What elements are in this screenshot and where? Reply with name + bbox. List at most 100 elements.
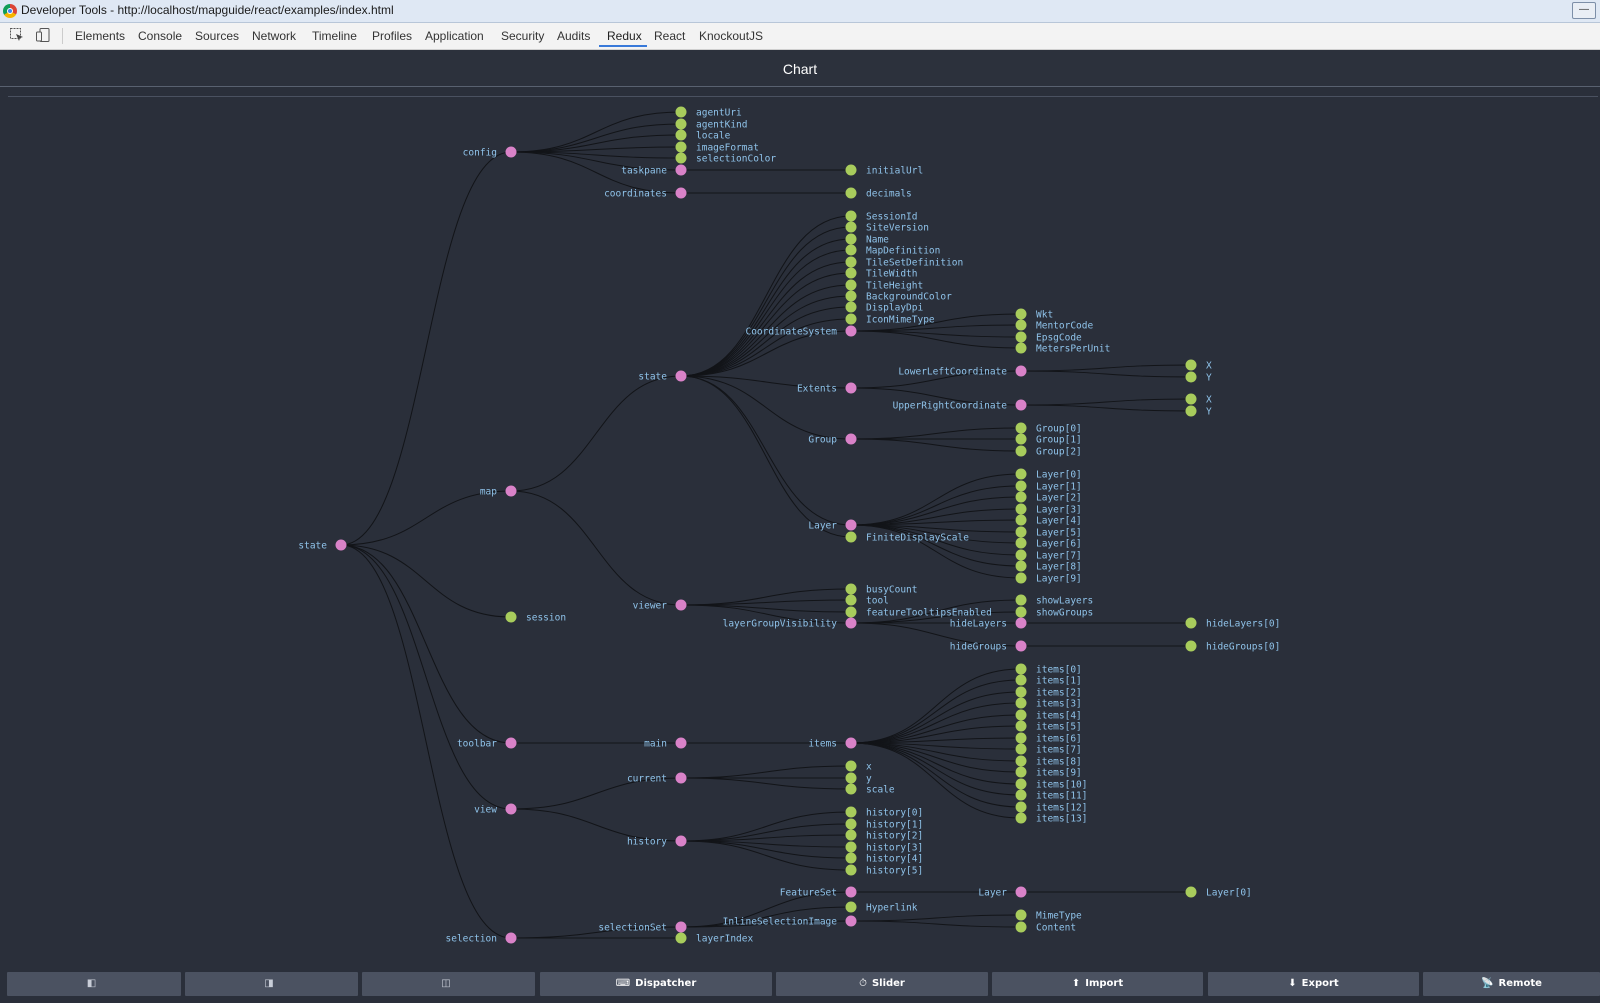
branch-node-circle[interactable] <box>1015 365 1027 377</box>
tree-node-scale[interactable]: scale <box>845 783 895 796</box>
tree-node-mimetype[interactable]: MimeType <box>1015 909 1083 922</box>
tree-node-layer-0[interactable]: Layer[0] <box>1185 886 1252 899</box>
tree-node-agentkind[interactable]: agentKind <box>675 118 748 131</box>
layout-bottom-button[interactable]: ◫ <box>362 972 535 996</box>
leaf-node-circle[interactable] <box>1015 789 1027 801</box>
tree-node-layer-2[interactable]: Layer[2] <box>1015 491 1082 504</box>
tree-node-state[interactable]: state <box>298 539 347 552</box>
branch-node-circle[interactable] <box>675 835 687 847</box>
tree-node-decimals[interactable]: decimals <box>845 187 912 200</box>
tree-node-items-10[interactable]: items[10] <box>1015 778 1088 791</box>
tree-node-layer-8[interactable]: Layer[8] <box>1015 560 1082 573</box>
tree-node-view[interactable]: view <box>474 803 517 816</box>
leaf-node-circle[interactable] <box>1185 371 1197 383</box>
tree-node-busycount[interactable]: busyCount <box>845 583 918 596</box>
leaf-node-circle[interactable] <box>845 864 857 876</box>
tree-node-layer-4[interactable]: Layer[4] <box>1015 514 1082 527</box>
leaf-node-circle[interactable] <box>1015 537 1027 549</box>
tree-node-hidelayers-0[interactable]: hideLayers[0] <box>1185 617 1281 630</box>
tree-node-selection[interactable]: selection <box>446 932 517 945</box>
tab-security[interactable]: Security <box>501 29 544 43</box>
tab-console[interactable]: Console <box>138 29 182 43</box>
leaf-node-circle[interactable] <box>1185 393 1197 405</box>
leaf-node-circle[interactable] <box>1185 359 1197 371</box>
tree-node-displaydpi[interactable]: DisplayDpi <box>845 301 924 314</box>
leaf-node-circle[interactable] <box>1015 743 1027 755</box>
leaf-node-circle[interactable] <box>1015 503 1027 515</box>
tree-node-epsgcode[interactable]: EpsgCode <box>1015 331 1083 344</box>
leaf-node-circle[interactable] <box>1015 514 1027 526</box>
slider-button[interactable]: ⏱ Slider <box>776 972 988 996</box>
tree-node-history-2[interactable]: history[2] <box>845 829 924 842</box>
leaf-node-circle[interactable] <box>675 118 687 130</box>
branch-node-circle[interactable] <box>505 485 517 497</box>
tree-node-coordinates[interactable]: coordinates <box>604 187 687 200</box>
tree-node-items-4[interactable]: items[4] <box>1015 709 1082 722</box>
branch-node-circle[interactable] <box>675 772 687 784</box>
leaf-node-circle[interactable] <box>1015 663 1027 675</box>
tree-node-items[interactable]: items <box>808 737 857 750</box>
tree-node-mentorcode[interactable]: MentorCode <box>1015 319 1094 332</box>
leaf-node-circle[interactable] <box>845 313 857 325</box>
leaf-node-circle[interactable] <box>1185 886 1197 898</box>
leaf-node-circle[interactable] <box>1015 308 1027 320</box>
tree-node-wkt[interactable]: Wkt <box>1015 308 1054 321</box>
tree-node-locale[interactable]: locale <box>675 129 731 142</box>
branch-node-circle[interactable] <box>845 325 857 337</box>
branch-node-circle[interactable] <box>1015 617 1027 629</box>
branch-node-circle[interactable] <box>335 539 347 551</box>
tree-node-layer-3[interactable]: Layer[3] <box>1015 503 1082 516</box>
branch-node-circle[interactable] <box>845 886 857 898</box>
tree-node-extents[interactable]: Extents <box>797 382 857 395</box>
tree-node-items-13[interactable]: items[13] <box>1015 812 1088 825</box>
leaf-node-circle[interactable] <box>845 829 857 841</box>
tree-node-items-6[interactable]: items[6] <box>1015 732 1082 745</box>
remote-button[interactable]: 📡 Remote <box>1423 972 1600 996</box>
branch-node-circle[interactable] <box>1015 886 1027 898</box>
branch-node-circle[interactable] <box>675 737 687 749</box>
layout-left-button[interactable]: ◧ <box>7 972 181 996</box>
tree-node-history-0[interactable]: history[0] <box>845 806 924 819</box>
leaf-node-circle[interactable] <box>845 901 857 913</box>
dispatcher-button[interactable]: ⌨ Dispatcher <box>540 972 772 996</box>
leaf-node-circle[interactable] <box>1185 640 1197 652</box>
tree-node-config[interactable]: config <box>463 146 517 159</box>
leaf-node-circle[interactable] <box>1015 422 1027 434</box>
leaf-node-circle[interactable] <box>1015 572 1027 584</box>
branch-node-circle[interactable] <box>845 737 857 749</box>
tree-node-layer[interactable]: Layer <box>808 519 857 532</box>
branch-node-circle[interactable] <box>675 921 687 933</box>
tree-node-items-11[interactable]: items[11] <box>1015 789 1088 802</box>
tree-node-content[interactable]: Content <box>1015 921 1077 934</box>
leaf-node-circle[interactable] <box>1015 697 1027 709</box>
tree-node-current[interactable]: current <box>627 772 687 785</box>
leaf-node-circle[interactable] <box>1015 755 1027 767</box>
leaf-node-circle[interactable] <box>1015 342 1027 354</box>
tree-node-group-1[interactable]: Group[1] <box>1015 433 1082 446</box>
import-button[interactable]: ⬆ Import <box>992 972 1203 996</box>
leaf-node-circle[interactable] <box>845 806 857 818</box>
tree-node-items-0[interactable]: items[0] <box>1015 663 1082 676</box>
tree-node-hidegroups-0[interactable]: hideGroups[0] <box>1185 640 1281 653</box>
tree-node-items-2[interactable]: items[2] <box>1015 686 1082 699</box>
branch-node-circle[interactable] <box>505 932 517 944</box>
leaf-node-circle[interactable] <box>1015 606 1027 618</box>
leaf-node-circle[interactable] <box>1015 594 1027 606</box>
tree-node-mapdefinition[interactable]: MapDefinition <box>845 244 941 257</box>
tree-node-sessionid[interactable]: SessionId <box>845 210 918 223</box>
branch-node-circle[interactable] <box>675 187 687 199</box>
device-mode-icon[interactable] <box>35 27 51 43</box>
leaf-node-circle[interactable] <box>1015 526 1027 538</box>
leaf-node-circle[interactable] <box>845 772 857 784</box>
leaf-node-circle[interactable] <box>845 290 857 302</box>
branch-node-circle[interactable] <box>845 382 857 394</box>
tree-node-iconmimetype[interactable]: IconMimeType <box>845 313 935 326</box>
tree-node-state[interactable]: state <box>638 370 687 383</box>
tree-node-layer-7[interactable]: Layer[7] <box>1015 549 1082 562</box>
tree-node-main[interactable]: main <box>644 737 687 750</box>
tree-node-group[interactable]: Group <box>808 433 857 446</box>
leaf-node-circle[interactable] <box>845 531 857 543</box>
tree-node-metersperunit[interactable]: MetersPerUnit <box>1015 342 1111 355</box>
branch-node-circle[interactable] <box>675 164 687 176</box>
leaf-node-circle[interactable] <box>845 594 857 606</box>
